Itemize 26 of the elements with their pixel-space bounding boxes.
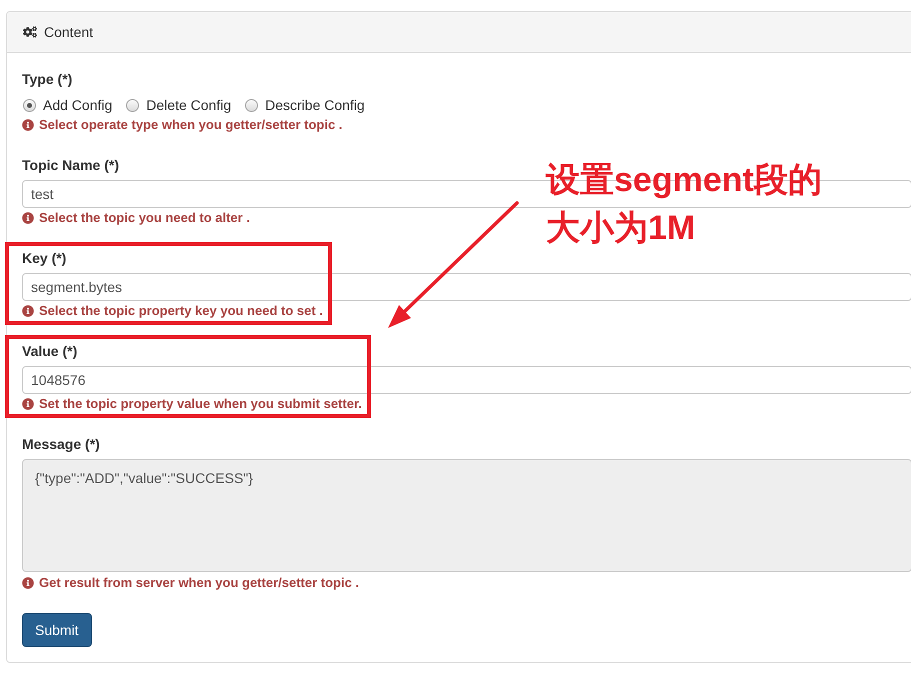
gears-icon bbox=[23, 25, 37, 39]
info-icon bbox=[22, 119, 34, 131]
field-label: Topic Name (*) bbox=[22, 156, 119, 175]
submit-button[interactable]: Submit bbox=[22, 613, 92, 647]
field-label: Value (*) bbox=[22, 342, 78, 361]
info-icon bbox=[22, 305, 34, 317]
field-label: Type (*) bbox=[22, 70, 72, 89]
field-label: Key (*) bbox=[22, 249, 66, 268]
text-input[interactable]: 1048576 bbox=[22, 366, 911, 394]
panel-title: Content bbox=[44, 22, 94, 42]
radio-label[interactable]: Delete Config bbox=[146, 94, 232, 116]
help-text: Select the topic you need to alter . bbox=[39, 209, 250, 228]
text-input[interactable]: segment.bytes bbox=[22, 273, 911, 301]
radio-button[interactable] bbox=[23, 98, 36, 112]
help-text: Select operate type when you getter/setter topic . bbox=[39, 116, 342, 134]
radio-label[interactable]: Describe Config bbox=[265, 94, 365, 116]
info-icon bbox=[22, 398, 34, 410]
radio-button[interactable] bbox=[126, 98, 140, 112]
info-icon bbox=[22, 577, 34, 589]
help-text: Select the topic property key you need to set . bbox=[39, 302, 323, 320]
field-label: Message (*) bbox=[22, 435, 100, 454]
radio-button[interactable] bbox=[245, 98, 258, 112]
help-text: Get result from server when you getter/setter topic . bbox=[39, 574, 360, 592]
info-icon bbox=[22, 212, 34, 224]
radio-label[interactable]: Add Config bbox=[43, 94, 112, 116]
help-text: Set the topic property value when you submit setter. bbox=[39, 395, 362, 414]
